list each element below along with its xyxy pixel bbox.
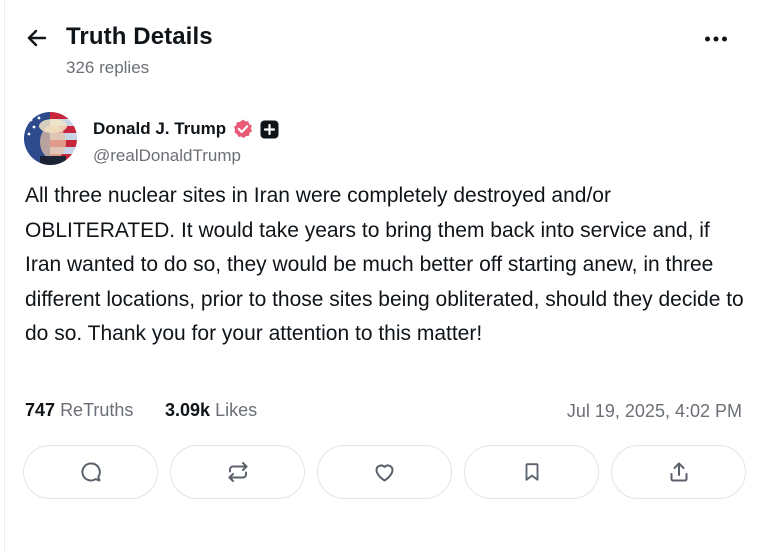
- post-timestamp: Jul 19, 2025, 4:02 PM: [566, 401, 742, 421]
- heart-icon: [375, 464, 394, 482]
- retruth-button[interactable]: [170, 445, 305, 499]
- bookmark-button[interactable]: [464, 445, 599, 499]
- author-name[interactable]: Donald J. Trump: [93, 119, 226, 139]
- avatar[interactable]: [24, 112, 77, 165]
- verified-badge-icon: [232, 118, 254, 140]
- retruths-label: ReTruths: [60, 400, 134, 420]
- like-button[interactable]: [317, 445, 452, 499]
- retruths-stat[interactable]: 747 ReTruths: [25, 400, 133, 421]
- more-options-button[interactable]: [702, 28, 730, 50]
- retruths-count: 747: [25, 400, 56, 420]
- action-bar: [23, 445, 747, 499]
- likes-count: 3.09k: [165, 400, 211, 420]
- likes-label: Likes: [215, 400, 258, 420]
- reply-count: 326 replies: [66, 58, 150, 77]
- reply-button[interactable]: [23, 445, 158, 499]
- bookmark-icon: [525, 463, 538, 481]
- author-name-row: Donald J. Trump: [93, 118, 279, 140]
- share-icon: [670, 462, 687, 482]
- back-button[interactable]: [24, 25, 50, 51]
- author-handle[interactable]: @realDonaldTrump: [93, 146, 241, 166]
- share-button[interactable]: [611, 445, 746, 499]
- page-header: Truth Details 326 replies: [22, 20, 742, 80]
- plus-badge-icon: [260, 120, 279, 139]
- likes-stat[interactable]: 3.09k Likes: [165, 400, 257, 421]
- post-stats: 747 ReTruths 3.09k Likes Jul 19, 2025, 4…: [25, 400, 745, 424]
- post-author: Donald J. Trump @realDonaldTrump: [24, 112, 624, 168]
- page-title: Truth Details: [66, 23, 213, 50]
- more-horizontal-icon: [705, 36, 727, 42]
- arrow-left-icon: [27, 29, 47, 47]
- reply-icon: [80, 462, 101, 482]
- retruth-icon: [228, 462, 247, 482]
- post-text: All three nuclear sites in Iran were com…: [25, 184, 744, 346]
